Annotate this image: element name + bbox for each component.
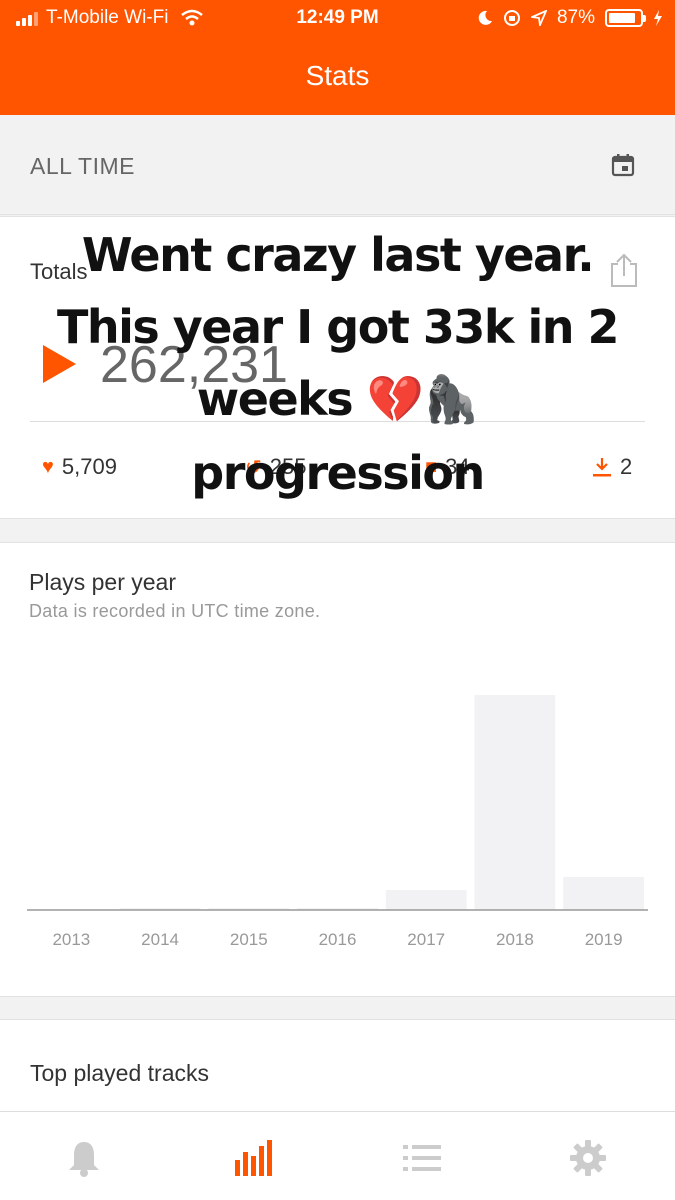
battery-percent: 87% [556,7,595,28]
x-tick-label: 2019 [585,930,623,949]
top-tracks-title: Top played tracks [30,1060,209,1086]
nav-bar: Stats [0,36,675,115]
status-right: 87% [477,7,663,29]
battery-fill [609,13,636,23]
time-range-label: ALL TIME [30,153,135,179]
bell-icon [69,1142,99,1177]
bar-2017[interactable] [385,890,467,910]
overlay-caption-line2: This year I got 33k in 2 [56,300,620,354]
status-bar: T-Mobile Wi-Fi 12:49 PM 87% [0,0,675,36]
stats-icon [235,1140,272,1176]
gear-icon [570,1140,606,1176]
location-icon [530,10,547,26]
calendar-icon[interactable] [611,153,635,177]
page-title: Stats [305,60,370,91]
x-tick-label: 2014 [141,930,179,949]
list-icon [403,1145,441,1171]
bar-2019[interactable] [563,877,644,910]
x-tick-label: 2015 [230,930,268,949]
time-range-selector[interactable]: ALL TIME [0,115,675,215]
overlay-caption-line3: weeks 💔🦍 [196,372,480,426]
tab-settings[interactable] [568,1138,608,1178]
x-tick-label: 2013 [52,930,90,949]
overlay-caption-line1: Went crazy last year. [81,228,595,282]
tab-list[interactable] [402,1138,442,1178]
charging-icon [654,10,662,26]
x-tick-label: 2017 [407,930,445,949]
battery-icon [605,9,646,27]
x-tick-label: 2016 [319,930,357,949]
plays-bar-chart: 2013 2014 2015 2016 2017 2018 2019 [27,695,648,949]
rotation-lock-icon [503,10,520,26]
tab-notifications[interactable] [64,1138,104,1178]
plays-per-year-card: Plays per year Data is recorded in UTC t… [0,542,675,997]
tab-stats[interactable] [234,1138,274,1178]
moon-icon [478,10,492,25]
tab-bar [0,1111,675,1200]
overlay-caption-line4: progression [191,446,485,500]
bar-2018[interactable] [474,695,556,910]
x-tick-label: 2018 [496,930,534,949]
